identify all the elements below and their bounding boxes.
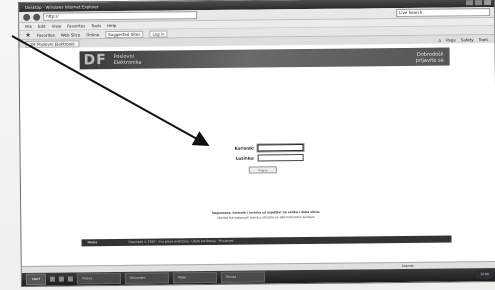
command-bar: ⌂ Page Safety Tools	[439, 37, 489, 43]
window-title: Desktop - Windows Internet Explorer	[25, 4, 99, 10]
fav-suggested-sites[interactable]: Suggested Sites	[105, 30, 144, 38]
menu-help[interactable]: Help	[107, 23, 116, 28]
fav-online[interactable]: Online	[86, 32, 99, 37]
login-form: Korisnik: Lozinka: Prijava	[203, 142, 304, 174]
close-button[interactable]	[484, 0, 492, 6]
system-tray-clock: 12:00	[476, 270, 493, 280]
username-label: Korisnik:	[234, 145, 255, 151]
login-button[interactable]: Prijava	[248, 166, 277, 174]
cmd-tools[interactable]: Tools	[479, 37, 489, 42]
banner-right-text: Dobrodošli prijavite se	[416, 52, 444, 64]
menu-favorites[interactable]: Favorites	[67, 23, 85, 28]
window-controls	[466, 0, 494, 6]
site-banner: DF Poslovni Elektronika Dobrodošli prija…	[79, 47, 450, 70]
quicklaunch-icon[interactable]	[68, 276, 74, 282]
site-footer: Home Copyright © 2010 · Sva prava pridrž…	[81, 235, 452, 247]
banner-line-2: prijavite se	[415, 57, 444, 64]
taskbar-item[interactable]: Poruka	[221, 271, 266, 283]
quicklaunch-icon[interactable]	[50, 276, 56, 282]
password-input[interactable]	[257, 153, 304, 161]
security-zone: Internet	[401, 263, 414, 268]
menu-edit[interactable]: Edit	[38, 24, 46, 29]
browser-window: Desktop - Windows Internet Explorer http…	[18, 0, 495, 287]
taskbar-item[interactable]: Mapa	[173, 271, 218, 284]
url-field[interactable]: http://	[43, 11, 198, 21]
minimize-button[interactable]	[466, 0, 474, 6]
taskbar-item[interactable]: Dokument	[125, 272, 170, 284]
back-button[interactable]	[23, 13, 31, 21]
home-icon[interactable]: ⌂	[439, 38, 442, 43]
taskbar-item[interactable]: Prijava	[77, 272, 122, 285]
fav-log-in[interactable]: Log in	[149, 29, 168, 38]
footer-text: Copyright © 2010 · Sva prava pridržana ·…	[128, 238, 234, 244]
fav-favorites[interactable]: Favorites	[37, 32, 55, 37]
page-content: DF Poslovni Elektronika Dobrodošli prija…	[19, 43, 495, 273]
logo-line-2: Elektronika	[113, 59, 142, 67]
footer-home-link[interactable]: Home	[87, 240, 97, 244]
search-box[interactable]: Live Search	[396, 8, 491, 18]
site-logo[interactable]: DF	[84, 52, 107, 68]
menu-file[interactable]: File	[25, 24, 32, 29]
forward-button[interactable]	[33, 13, 41, 21]
fav-web-slice[interactable]: Web Slice	[61, 32, 80, 37]
password-label: Lozinka:	[235, 155, 255, 161]
login-notice: Napomena: korisnik i lozinka su osjetlji…	[81, 208, 451, 222]
star-icon[interactable]: ★	[25, 31, 30, 38]
maximize-button[interactable]	[475, 0, 483, 6]
start-button[interactable]: start	[25, 273, 47, 285]
cmd-safety[interactable]: Safety	[461, 37, 474, 42]
menu-tools[interactable]: Tools	[91, 23, 101, 28]
quicklaunch-icon[interactable]	[59, 276, 65, 282]
cmd-page[interactable]: Page	[446, 37, 456, 42]
menu-view[interactable]: View	[52, 24, 62, 29]
username-input[interactable]	[257, 143, 304, 151]
password-row: Lozinka:	[204, 152, 304, 163]
site-logo-subtitle: Poslovni Elektronika	[114, 54, 142, 66]
